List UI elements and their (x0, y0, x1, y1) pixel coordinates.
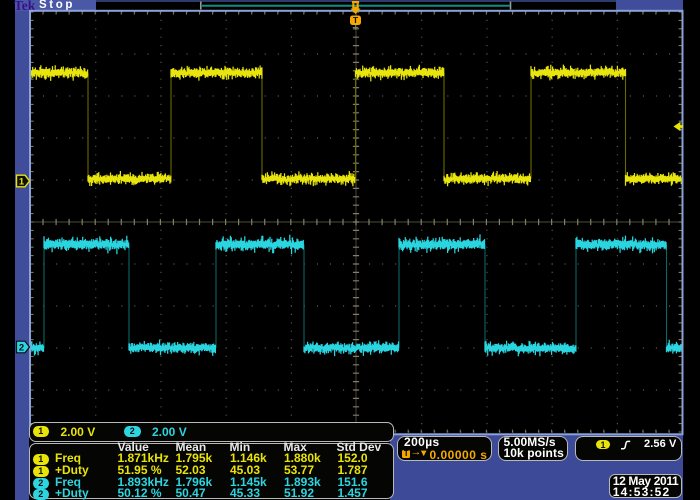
svg-text:2: 2 (19, 342, 24, 353)
svg-text:1: 1 (19, 176, 25, 187)
svg-text:T: T (353, 15, 359, 25)
